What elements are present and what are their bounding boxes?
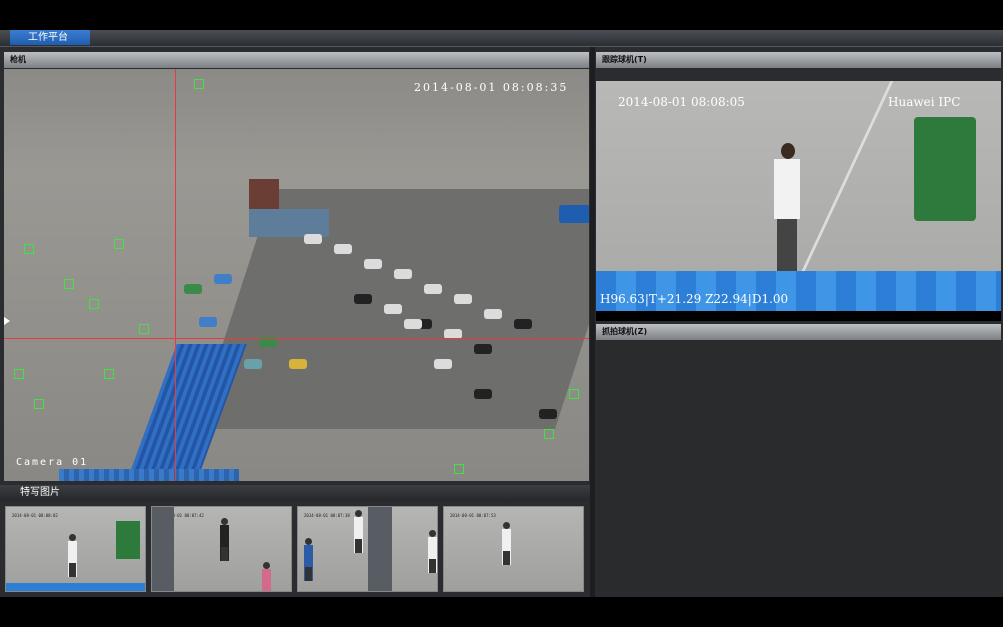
car <box>434 359 452 369</box>
capture-camera-feed[interactable] <box>596 340 1001 592</box>
tracking-box <box>14 369 24 379</box>
crosshair-vertical <box>175 69 176 481</box>
panel-splitter[interactable] <box>590 47 595 597</box>
person-figure <box>354 510 363 553</box>
person-head <box>781 143 795 159</box>
car <box>289 359 307 369</box>
tracking-box <box>569 389 579 399</box>
main-camera-title: 枪机 <box>4 52 589 68</box>
tab-workbench[interactable]: 工作平台 <box>10 30 90 45</box>
car <box>184 284 202 294</box>
crosshair-horizontal <box>4 338 589 339</box>
closeup-thumbnail[interactable]: 2014-08-01 08:07:38 <box>297 506 438 592</box>
closeups-strip: 2014-08-01 08:08:02 2014-08-01 08:07:42 … <box>0 501 590 595</box>
tracking-box <box>454 464 464 474</box>
play-icon[interactable] <box>4 317 10 325</box>
main-camera-feed[interactable]: 2014-08-01 08:08:35 Camera 01 <box>4 69 589 481</box>
closeup-thumbnail[interactable]: 2014-08-01 08:07:42 <box>151 506 292 592</box>
bus <box>559 205 589 223</box>
tracking-camera-feed[interactable]: 2014-08-01 08:08:05 Huawei IPC H96.63|T+… <box>596 81 1001 311</box>
thumbnail-timestamp: 2014-08-01 08:07:38 <box>304 513 350 518</box>
car <box>394 269 412 279</box>
tracking-box <box>544 429 554 439</box>
ptz-readout: H96.63|T+21.29 Z22.94|D1.00 <box>600 292 789 306</box>
tab-bar: 工作平台 <box>0 30 1003 47</box>
car <box>334 244 352 254</box>
tracking-box <box>64 279 74 289</box>
car <box>424 284 442 294</box>
top-letterbox <box>0 0 1003 30</box>
video-border <box>596 311 1001 321</box>
car <box>244 359 262 369</box>
main-camera-timestamp: 2014-08-01 08:08:35 <box>414 81 569 94</box>
person-pants <box>777 219 797 277</box>
car <box>474 389 492 399</box>
car <box>384 304 402 314</box>
blue-railing <box>6 583 145 591</box>
thumbnail-timestamp: 2014-08-01 08:08:02 <box>12 513 58 518</box>
capture-camera-title: 抓拍球机(Z) <box>596 324 1001 340</box>
person-figure <box>304 538 313 581</box>
thumbnail-timestamp: 2014-08-01 08:07:53 <box>450 513 496 518</box>
closeups-title: 特写图片 <box>20 487 60 498</box>
car <box>454 294 472 304</box>
tracking-box <box>89 299 99 309</box>
camera-label: Camera 01 <box>16 457 89 468</box>
tracking-box <box>139 324 149 334</box>
tracking-box <box>24 244 34 254</box>
closeup-thumbnail[interactable]: 2014-08-01 08:07:53 <box>443 506 584 592</box>
person-figure <box>262 562 271 591</box>
tracked-person <box>774 143 800 277</box>
camera-brand: Huawei IPC <box>888 95 961 109</box>
car <box>539 409 557 419</box>
person-figure <box>68 534 77 577</box>
car <box>404 319 422 329</box>
car <box>484 309 502 319</box>
closeups-header: 特写图片 <box>0 485 590 501</box>
curb-line <box>801 81 894 271</box>
car <box>514 319 532 329</box>
building <box>249 179 279 211</box>
tracking-camera-title: 跟踪球机(T) <box>596 52 1001 68</box>
car <box>214 274 232 284</box>
person-figure <box>502 522 511 565</box>
trash-bin <box>116 521 140 559</box>
trash-bin <box>914 117 976 221</box>
car <box>354 294 372 304</box>
canopy-roof <box>59 469 239 481</box>
car <box>364 259 382 269</box>
wall <box>368 507 392 591</box>
person-figure <box>428 530 437 573</box>
person-shirt <box>774 159 800 219</box>
tracking-box <box>34 399 44 409</box>
building <box>249 209 329 237</box>
tracking-box <box>104 369 114 379</box>
car <box>304 234 322 244</box>
car <box>199 317 217 327</box>
wall <box>152 507 174 591</box>
car <box>474 344 492 354</box>
bottom-letterbox <box>0 597 1003 627</box>
closeup-thumbnail[interactable]: 2014-08-01 08:08:02 <box>5 506 146 592</box>
tracking-camera-timestamp: 2014-08-01 08:08:05 <box>618 95 745 109</box>
tracking-box <box>194 79 204 89</box>
tracking-box <box>114 239 124 249</box>
person-figure <box>220 518 229 561</box>
